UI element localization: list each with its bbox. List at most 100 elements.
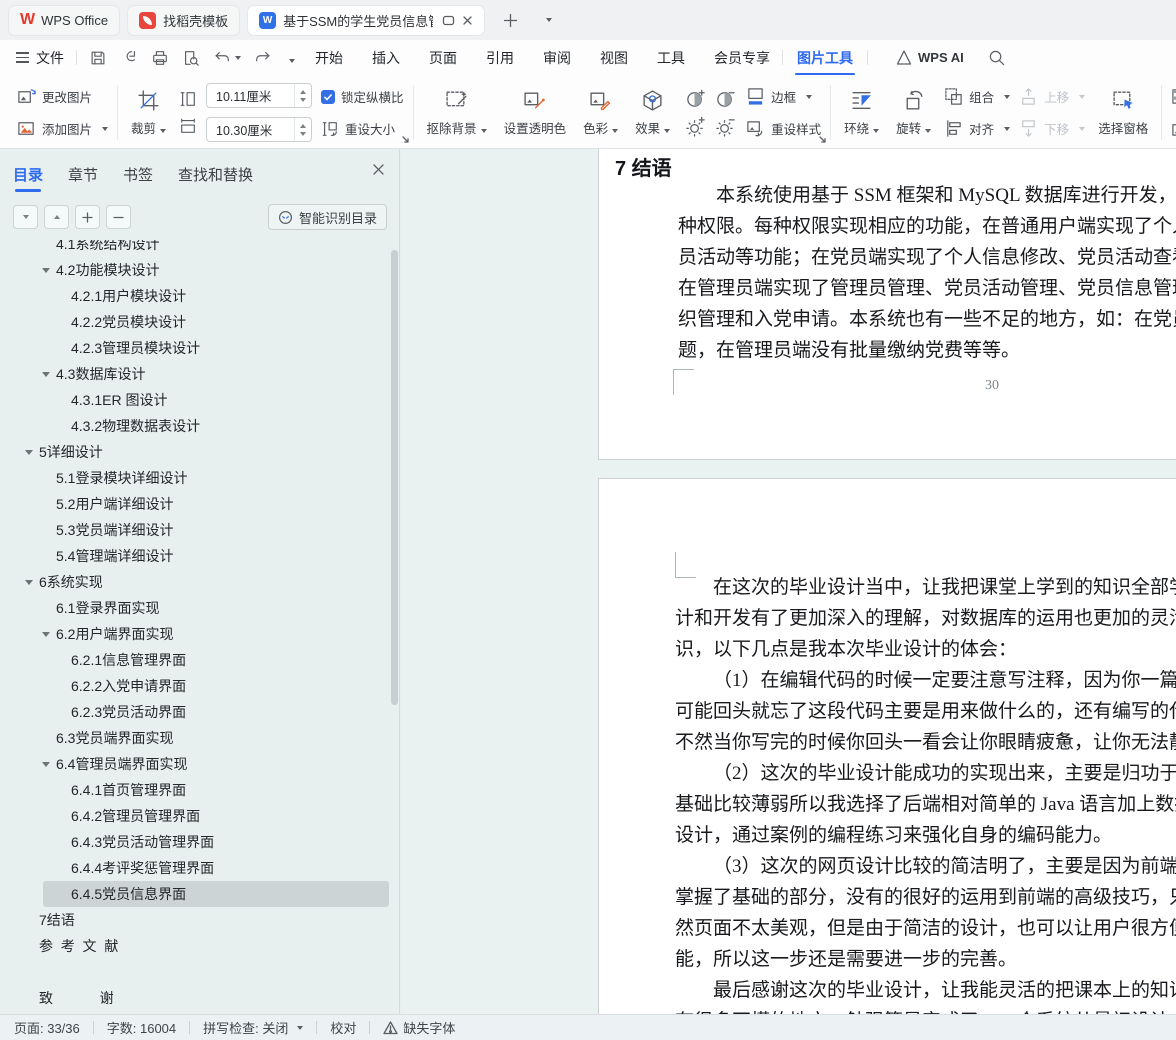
tab-wps-home[interactable]: W WPS Office bbox=[8, 4, 121, 36]
menu-tab[interactable]: 审阅 bbox=[543, 48, 571, 68]
toc-item[interactable]: 致 谢 bbox=[0, 985, 391, 1011]
height-stepper[interactable] bbox=[294, 84, 311, 107]
selection-pane-button[interactable]: 选择窗格 bbox=[1094, 88, 1152, 138]
tab-close-icon[interactable] bbox=[462, 15, 473, 26]
menu-tab[interactable]: 会员专享 bbox=[714, 48, 770, 68]
toc-item[interactable]: 6.1登录界面实现 bbox=[0, 595, 391, 621]
border-button[interactable]: 边框 bbox=[746, 85, 821, 108]
file-menu-button[interactable]: 文件 bbox=[16, 48, 64, 68]
save-icon[interactable] bbox=[89, 49, 107, 67]
remove-background-button[interactable]: 抠除背景 bbox=[423, 88, 491, 138]
height-input[interactable] bbox=[207, 88, 288, 103]
menu-tab[interactable]: 工具 bbox=[657, 48, 685, 68]
toc-item[interactable]: 6.4.2管理员管理界面 bbox=[0, 803, 391, 829]
toc-item[interactable]: 5.3党员端详细设计 bbox=[0, 517, 391, 543]
toc-expand-all-button[interactable] bbox=[75, 205, 100, 229]
move-down-button[interactable]: 下移 bbox=[1019, 117, 1086, 140]
toc-item[interactable]: 5详细设计 bbox=[0, 439, 391, 465]
tab-session-icon[interactable] bbox=[442, 14, 455, 27]
move-up-button[interactable]: 上移 bbox=[1019, 85, 1086, 108]
smart-toc-button[interactable]: 智能识别目录 bbox=[267, 204, 387, 230]
print-icon[interactable] bbox=[151, 49, 169, 67]
menu-tab[interactable]: 页面 bbox=[429, 48, 457, 68]
toc-item[interactable]: 4.2功能模块设计 bbox=[0, 257, 391, 283]
sharpen-button[interactable]: 清晰化 bbox=[1171, 85, 1176, 108]
change-picture-button[interactable]: 更改图片 bbox=[17, 85, 108, 108]
toc-item[interactable]: 6.2.1信息管理界面 bbox=[0, 647, 391, 673]
toc-item[interactable]: 5.4管理端详细设计 bbox=[0, 543, 391, 569]
sidebar-scrollbar[interactable] bbox=[391, 250, 398, 705]
reset-size-button[interactable]: 重设大小 bbox=[321, 117, 404, 140]
tab-document[interactable]: W 基于SSM的学生党员信息管理系 bbox=[247, 4, 486, 36]
toc-item[interactable]: 4.3.2物理数据表设计 bbox=[0, 413, 391, 439]
document-page-30[interactable]: 7 结语 本系统使用基于 SSM 框架和 MySQL 数据库进行开发，在设计使用… bbox=[598, 149, 1176, 460]
proofread-button[interactable]: 校对 bbox=[330, 1018, 356, 1037]
word-count[interactable]: 字数: 16004 bbox=[107, 1018, 176, 1037]
sidebar-tab[interactable]: 书签 bbox=[123, 164, 153, 185]
toc-item[interactable]: 6.2.3党员活动界面 bbox=[0, 699, 391, 725]
menu-tab[interactable]: 视图 bbox=[600, 48, 628, 68]
adjust-dialog-launcher-icon[interactable] bbox=[819, 136, 827, 144]
collapse-arrow-icon[interactable] bbox=[42, 761, 50, 767]
toc-item[interactable]: 4.3数据库设计 bbox=[0, 361, 391, 387]
toc-collapse-up-button[interactable] bbox=[44, 205, 69, 229]
search-icon[interactable] bbox=[988, 49, 1005, 66]
collapse-arrow-icon[interactable] bbox=[42, 631, 50, 637]
add-picture-button[interactable]: 添加图片 bbox=[17, 117, 109, 140]
height-spinner[interactable] bbox=[206, 83, 313, 108]
page-indicator[interactable]: 页面: 33/36 bbox=[14, 1018, 80, 1037]
effects-button[interactable]: 效果 bbox=[631, 88, 674, 138]
document-canvas[interactable]: 7 结语 本系统使用基于 SSM 框架和 MySQL 数据库进行开发，在设计使用… bbox=[401, 149, 1176, 1014]
toc-item[interactable]: 4.2.1用户模块设计 bbox=[0, 283, 391, 309]
width-spinner[interactable] bbox=[206, 117, 313, 142]
brightness-decrease-icon[interactable] bbox=[715, 116, 736, 137]
toc-item[interactable]: 4.2.2党员模块设计 bbox=[0, 309, 391, 335]
toc-item[interactable]: 6.3党员端界面实现 bbox=[0, 725, 391, 751]
toc-item[interactable]: 6.4.4考评奖惩管理界面 bbox=[0, 855, 391, 881]
toc-item[interactable]: 6.4.5党员信息界面 bbox=[43, 881, 389, 907]
collapse-arrow-icon[interactable] bbox=[25, 449, 33, 455]
toc-expand-down-button[interactable] bbox=[13, 205, 38, 229]
collapse-arrow-icon[interactable] bbox=[25, 579, 33, 585]
menu-tab[interactable]: 开始 bbox=[315, 48, 343, 68]
set-transparent-button[interactable]: 设置透明色 bbox=[500, 88, 571, 138]
width-stepper[interactable] bbox=[294, 118, 311, 141]
toc-item[interactable]: 6.4.1首页管理界面 bbox=[0, 777, 391, 803]
quickbar-chevron-icon[interactable] bbox=[285, 50, 295, 66]
tab-picture-tools[interactable]: 图片工具 bbox=[795, 40, 855, 76]
toc-collapse-all-button[interactable] bbox=[106, 205, 131, 229]
toc-item[interactable]: 7结语 bbox=[0, 907, 391, 933]
toc-item[interactable]: 4.2.3管理员模块设计 bbox=[0, 335, 391, 361]
toc-item[interactable]: 6.4管理员端界面实现 bbox=[0, 751, 391, 777]
align-button[interactable]: 对齐 bbox=[944, 117, 1011, 140]
toc-item[interactable]: 6.2用户端界面实现 bbox=[0, 621, 391, 647]
reset-style-button[interactable]: 重设样式 bbox=[746, 117, 821, 140]
wrap-text-button[interactable]: 环绕 bbox=[840, 88, 883, 138]
collapse-arrow-icon[interactable] bbox=[42, 267, 50, 273]
toc-item[interactable]: 6系统实现 bbox=[0, 569, 391, 595]
toc-item[interactable]: 4.1系统结构设计 bbox=[0, 240, 391, 257]
toc-item[interactable]: 6.4.3党员活动管理界面 bbox=[0, 829, 391, 855]
sidebar-close-icon[interactable] bbox=[372, 163, 385, 176]
tab-list-chevron-icon[interactable] bbox=[535, 8, 559, 32]
spellcheck-toggle[interactable]: 拼写检查: 关闭 bbox=[203, 1018, 304, 1037]
undo-button[interactable] bbox=[213, 49, 241, 67]
new-tab-button[interactable] bbox=[498, 8, 522, 32]
print-preview-icon[interactable] bbox=[182, 49, 200, 67]
crop-button[interactable]: 裁剪 bbox=[127, 88, 170, 138]
toc-item[interactable]: 5.1登录模块详细设计 bbox=[0, 465, 391, 491]
lock-aspect-checkbox[interactable]: 锁定纵横比 bbox=[321, 85, 404, 108]
toc-item[interactable]: 5.2用户端详细设计 bbox=[0, 491, 391, 517]
menu-tab[interactable]: 插入 bbox=[372, 48, 400, 68]
size-dialog-launcher-icon[interactable] bbox=[401, 136, 410, 144]
toc-item[interactable]: 4.3.1ER 图设计 bbox=[0, 387, 391, 413]
rotate-button[interactable]: 旋转 bbox=[892, 88, 935, 138]
toc-item[interactable]: 参 考 文 献 bbox=[0, 933, 391, 959]
wps-ai-button[interactable]: WPS AI bbox=[896, 50, 964, 65]
sidebar-tab[interactable]: 查找和替换 bbox=[178, 164, 253, 185]
menu-tab[interactable]: 引用 bbox=[486, 48, 514, 68]
width-input[interactable] bbox=[207, 122, 288, 137]
toc-item[interactable]: 6.2.2入党申请界面 bbox=[0, 673, 391, 699]
color-button[interactable]: 色彩 bbox=[579, 88, 622, 138]
document-page-31[interactable]: 在这次的毕业设计当中，让我把课堂上学到的知识全部学以致用，对计和开发有了更加深入… bbox=[598, 478, 1176, 1014]
